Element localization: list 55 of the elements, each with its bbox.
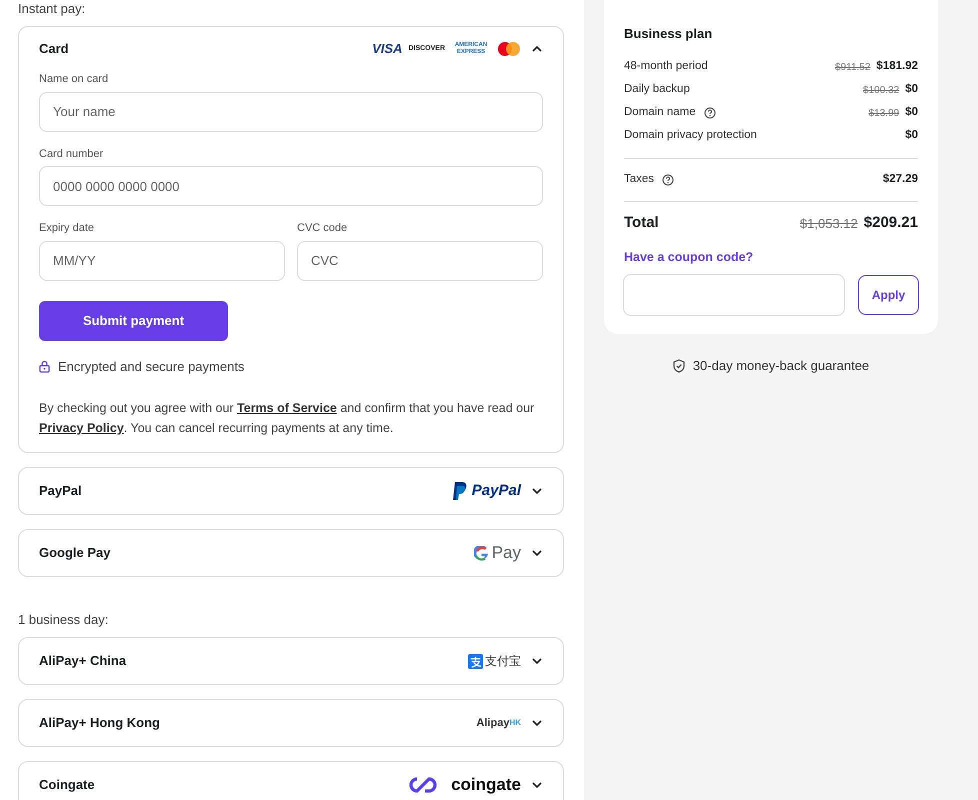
old-price: $1,053.12 xyxy=(800,214,858,233)
terms-link[interactable]: Privacy Policy xyxy=(39,421,124,435)
payment-method-title[interactable]: PayPal xyxy=(39,481,452,501)
overlapping-circles-logo xyxy=(497,41,521,57)
brand-logo: Alipay xyxy=(476,716,510,731)
coupon-input-field[interactable] xyxy=(623,274,845,316)
section-heading: 1 business day: xyxy=(18,611,110,629)
input-field[interactable]: MM/YY xyxy=(39,240,285,280)
payment-method-title[interactable]: Google Pay xyxy=(39,543,474,563)
input-field[interactable]: 0000 0000 0000 0000 xyxy=(39,166,543,206)
secure-payments-note: Encrypted and secure payments xyxy=(58,358,244,376)
brand-logo-suffix: HK xyxy=(509,717,521,727)
input-field[interactable]: CVC xyxy=(297,240,543,280)
summary-price: $27.29 xyxy=(882,172,918,187)
terms-paragraph: By checking out you agree with our Terms of Service and confirm that you have read our Privacy Policy. You can cancel recurring payments at any time. xyxy=(39,400,536,437)
plan-name: Business plan xyxy=(624,25,714,43)
input-field[interactable]: Your name xyxy=(39,92,543,132)
payment-method-title[interactable]: AliPay+ Hong Kong xyxy=(39,713,476,733)
summary-price: $0 xyxy=(905,128,918,144)
alipay-mark-icon xyxy=(468,654,483,668)
summary-label: Daily backup xyxy=(624,82,690,98)
card-brand-logo: VISA xyxy=(372,40,402,58)
summary-label: Domain privacy protection xyxy=(624,128,757,144)
summary-label: Domain name xyxy=(624,105,696,120)
payment-method-title[interactable]: AliPay+ China xyxy=(39,651,468,671)
field-label: CVC code xyxy=(297,221,348,236)
old-price: $100.32 xyxy=(863,84,900,98)
brand-logo: 支付宝 xyxy=(485,653,521,670)
guarantee-note: 30-day money-back guarantee xyxy=(692,357,870,376)
google-g-icon xyxy=(474,546,489,560)
brand-logo: PayPal xyxy=(472,480,521,501)
apply-button[interactable]: Apply xyxy=(858,275,919,316)
old-price: $911.52 xyxy=(835,60,870,74)
section-heading: Instant pay: xyxy=(18,0,86,18)
paypal-mark-icon xyxy=(452,481,468,501)
summary-price: $0 xyxy=(905,82,918,98)
summary-price: $0 xyxy=(905,105,918,120)
summary-label: 48-month period xyxy=(624,59,708,74)
lock-icon xyxy=(39,360,50,373)
field-label: Expiry date xyxy=(39,221,96,236)
payment-method-title[interactable]: Card xyxy=(39,39,372,59)
brand-logo: coingate xyxy=(451,774,521,796)
brand-logo: Pay xyxy=(492,542,521,564)
field-label: Name on card xyxy=(39,72,110,87)
submit-payment-button[interactable]: Submit payment xyxy=(39,300,228,340)
summary-label: Taxes xyxy=(624,172,654,187)
coupon-link[interactable]: Have a coupon code? xyxy=(624,248,918,266)
field-label: Card number xyxy=(39,146,104,162)
old-price: $13.99 xyxy=(868,106,900,120)
terms-link[interactable]: Terms of Service xyxy=(237,401,337,415)
shield-check-icon xyxy=(672,359,685,373)
payment-method-title[interactable]: Coingate xyxy=(39,775,406,795)
summary-price: $209.21 xyxy=(864,213,918,234)
summary-price: $181.92 xyxy=(876,59,918,74)
summary-label: Total xyxy=(624,213,659,234)
